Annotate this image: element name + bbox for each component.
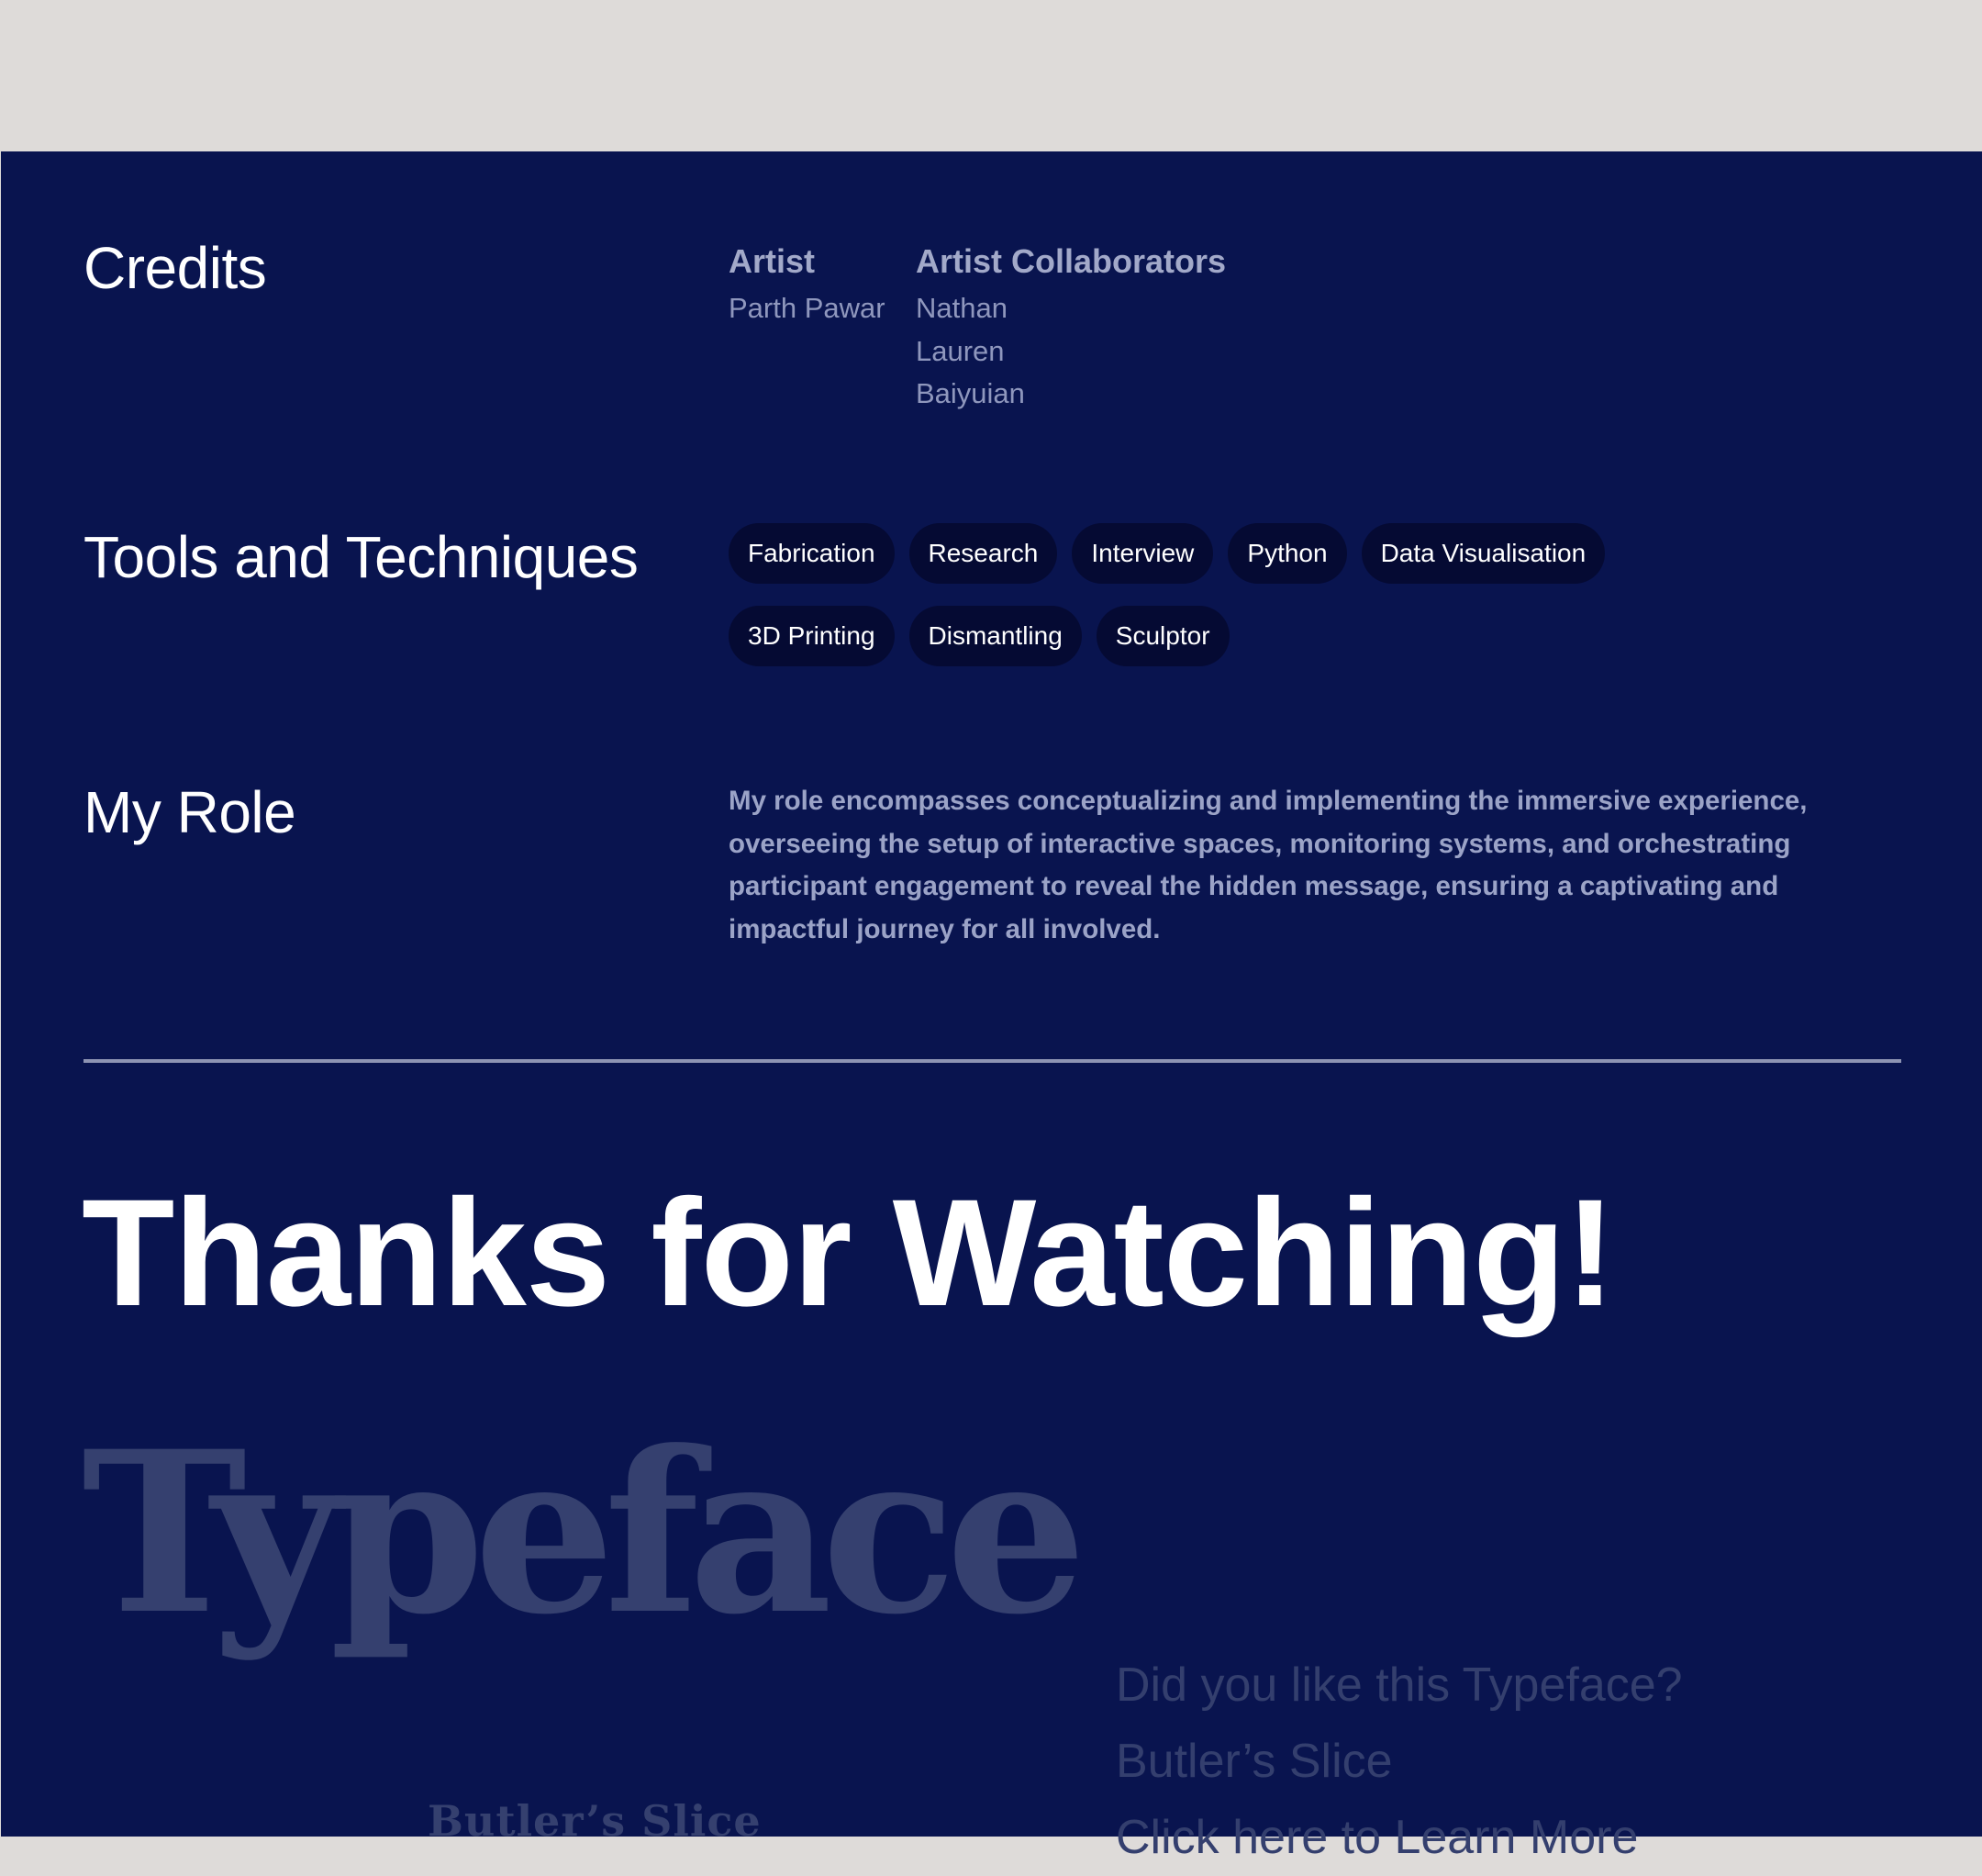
tag-python: Python <box>1228 523 1347 584</box>
credits-heading: Credits <box>84 235 267 301</box>
typeface-promo: Did you like this Typeface? Butler’s Sli… <box>1116 1647 1683 1876</box>
collaborators-column: Artist Collaborators Nathan Lauren Baiyu… <box>916 243 1226 416</box>
collaborator-name: Nathan <box>916 292 1008 324</box>
tag-interview: Interview <box>1072 523 1214 584</box>
typeface-name: Butler’s Slice <box>1116 1735 1393 1788</box>
thanks-heading: Thanks for Watching! <box>82 1168 1616 1338</box>
artist-label: Artist <box>729 242 816 280</box>
top-band <box>0 0 1982 151</box>
artist-name: Parth Pawar <box>729 292 885 324</box>
collaborators-label: Artist Collaborators <box>916 242 1227 280</box>
tag-3d-printing: 3D Printing <box>729 606 895 666</box>
artist-column: Artist Parth Pawar <box>729 243 885 330</box>
role-description: My role encompasses conceptualizing and … <box>729 786 1808 944</box>
section-divider <box>84 1059 1901 1063</box>
tag-sculptor: Sculptor <box>1096 606 1230 666</box>
collaborator-name: Baiyuian <box>916 377 1025 409</box>
tools-heading: Tools and Techniques <box>84 524 639 590</box>
tag-row: 3D Printing Dismantling Sculptor <box>729 606 1921 666</box>
typeface-logo: Typeface <box>82 1403 1087 1664</box>
role-heading: My Role <box>84 779 296 845</box>
learn-more-link[interactable]: Click here to Learn More <box>1116 1800 1683 1876</box>
tag-row: Fabrication Research Interview Python Da… <box>729 523 1921 584</box>
collaborator-name: Lauren <box>916 334 1005 367</box>
content-panel: Credits Artist Parth Pawar Artist Collab… <box>1 151 1982 1864</box>
tag-data-visualisation: Data Visualisation <box>1361 523 1606 584</box>
tools-tag-list: Fabrication Research Interview Python Da… <box>729 523 1921 688</box>
typeface-question: Did you like this Typeface? <box>1116 1658 1683 1712</box>
typeface-logo-subtitle: Butler’s Slice <box>428 1796 762 1846</box>
tag-research: Research <box>908 523 1058 584</box>
tag-dismantling: Dismantling <box>908 606 1082 666</box>
tag-fabrication: Fabrication <box>729 523 895 584</box>
